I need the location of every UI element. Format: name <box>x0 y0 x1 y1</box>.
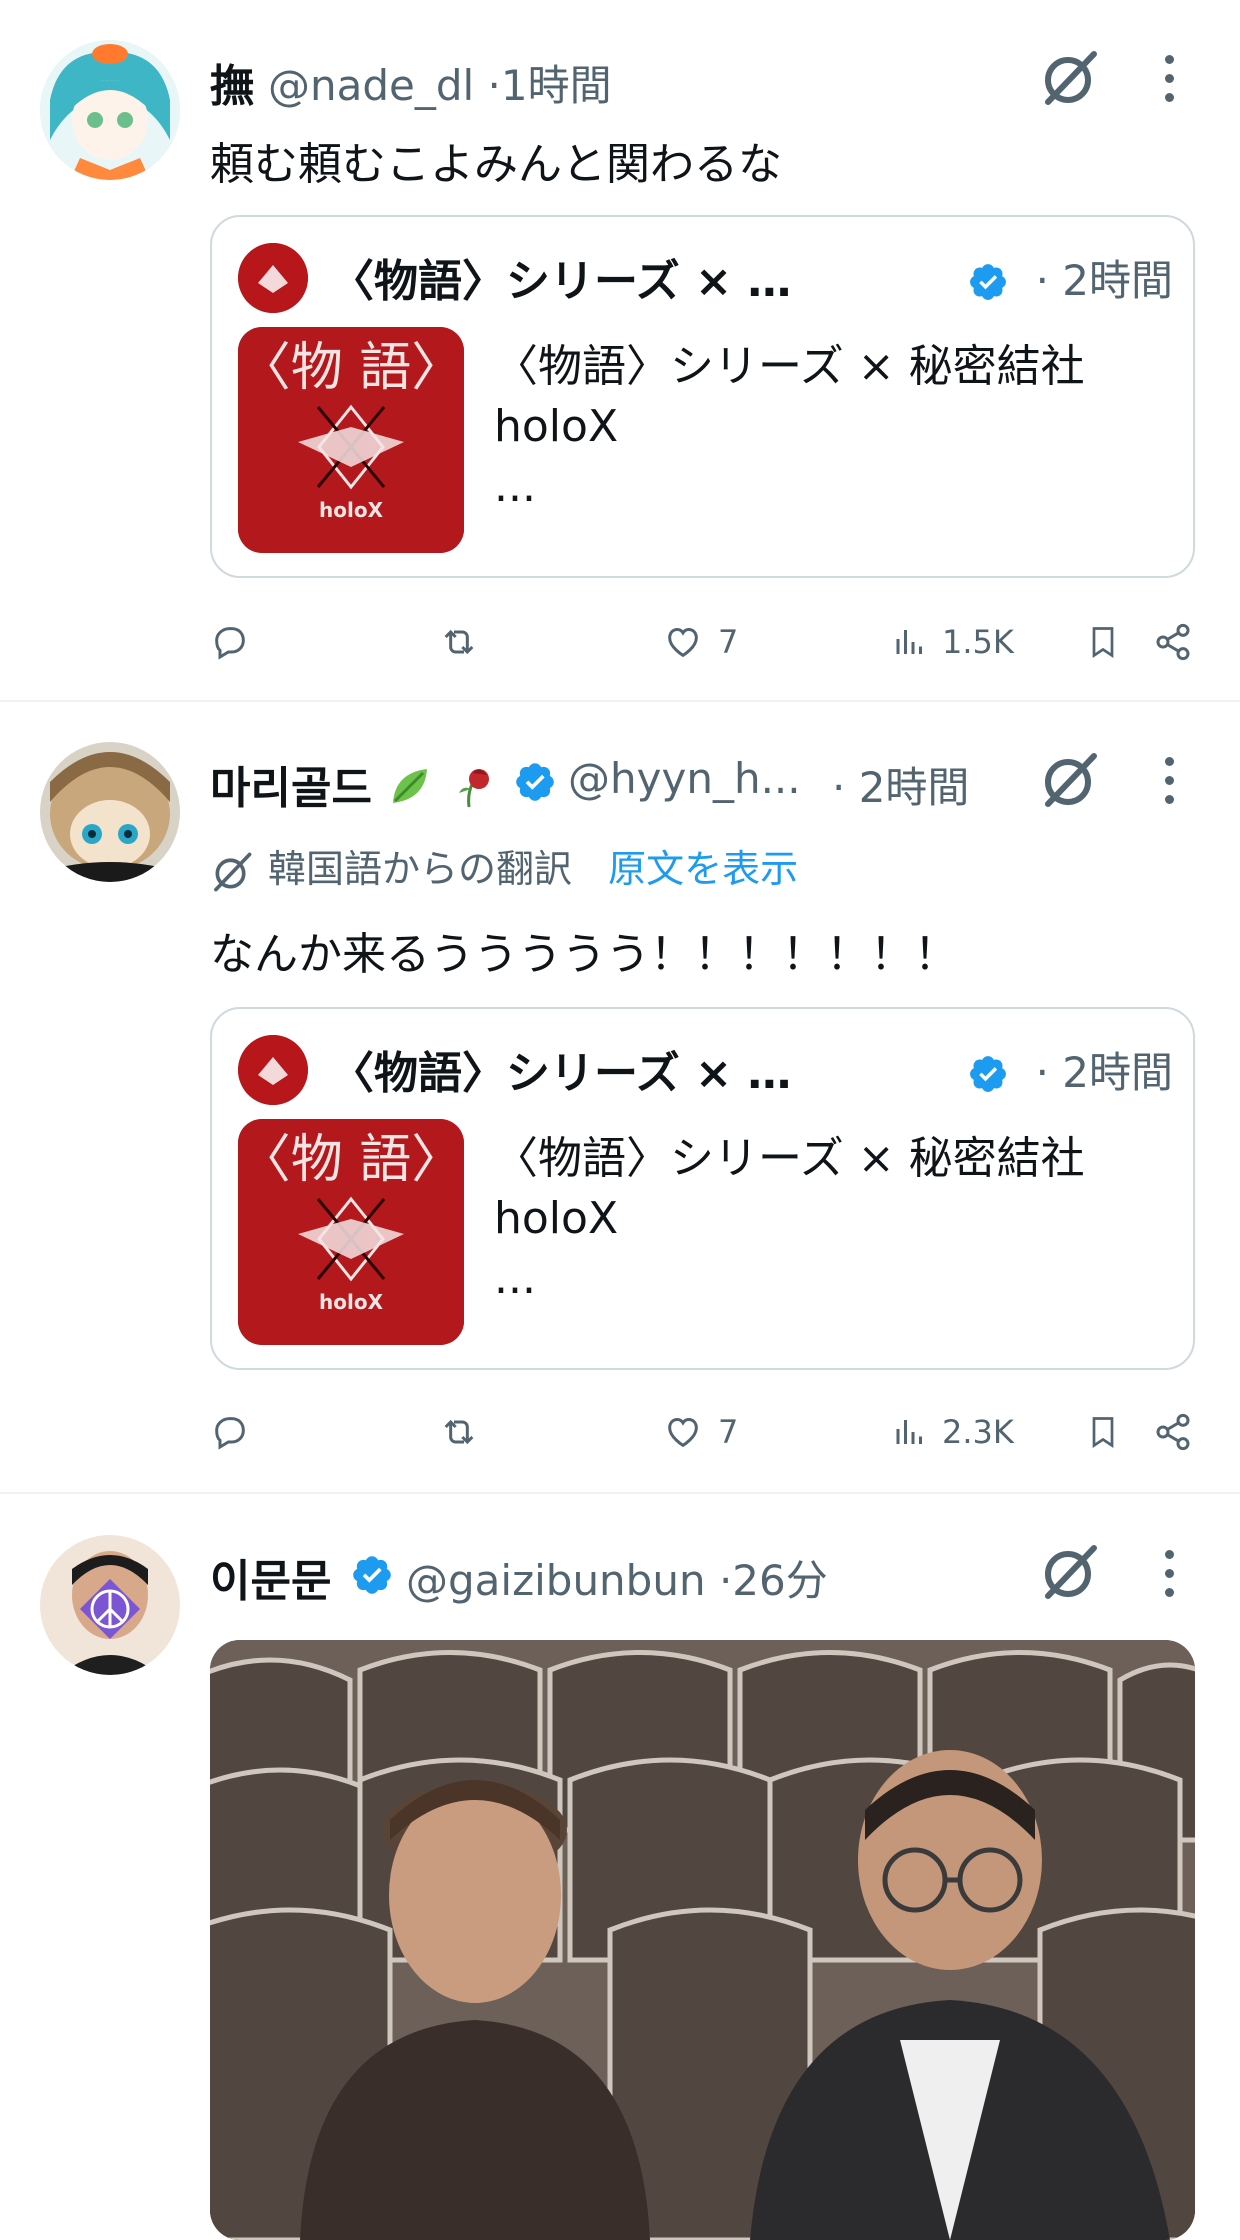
handle[interactable]: @gaizibunbun ·26分 <box>406 1547 828 1608</box>
quoted-tweet[interactable]: 〈物語〉シリーズ × 秘密結... · 2時間 〈物 語〉 holoX 〈物語〉… <box>210 1007 1195 1370</box>
tweet-text: なんか来るううううう！！！！！！！ <box>210 929 958 980</box>
quote-time: · 2時間 <box>1035 1048 1173 1097</box>
bookmark-button[interactable] <box>1085 1412 1121 1452</box>
quote-avatar <box>238 243 308 313</box>
more-icon[interactable] <box>1163 55 1175 112</box>
translate-icon <box>214 852 252 891</box>
translation-note: 韓国語からの翻訳 <box>268 847 573 891</box>
views-button[interactable]: 2.3K <box>892 1412 1014 1452</box>
quote-name: 〈物語〉シリーズ × 秘密結... <box>330 256 830 307</box>
quote-avatar <box>238 1035 308 1105</box>
handle[interactable]: @hyyn_h... <box>568 754 801 803</box>
divider <box>0 700 1240 702</box>
like-icon <box>668 627 698 658</box>
divider <box>0 1492 1240 1494</box>
handle-text[interactable]: @nade_dl <box>268 61 474 110</box>
views-button[interactable]: 1.5K <box>892 622 1014 662</box>
verified-icon <box>970 1056 1006 1092</box>
separator: · <box>487 61 501 110</box>
reply-button[interactable] <box>210 1412 250 1452</box>
quote-body: 〈物語〉シリーズ × 秘密結社 holoX ... <box>494 1129 1085 1309</box>
quote-body-line3: ... <box>494 1253 536 1304</box>
handle-text[interactable]: @gaizibunbun <box>406 1556 706 1605</box>
tweet-text: 頼む頼むこよみんと関わるな <box>210 139 782 190</box>
display-name[interactable]: 마리골드 <box>210 752 495 820</box>
more-icon[interactable] <box>1163 1550 1175 1607</box>
leaf-emoji <box>387 763 433 820</box>
share-button[interactable] <box>1153 622 1193 662</box>
verified-icon <box>970 264 1006 300</box>
like-button[interactable]: 7 <box>662 1412 738 1452</box>
display-name[interactable]: 이문문 <box>210 1545 331 1609</box>
repost-icon <box>444 1419 474 1445</box>
like-button[interactable]: 7 <box>662 622 738 662</box>
share-icon <box>1156 623 1190 661</box>
reply-icon <box>215 627 245 660</box>
separator: · <box>718 1556 733 1605</box>
avatar[interactable] <box>40 1535 180 1675</box>
timestamp[interactable]: 1時間 <box>501 61 612 110</box>
quote-body-line1: 〈物語〉シリーズ × 秘密結社 <box>494 1133 1085 1184</box>
repost-button[interactable] <box>438 622 480 662</box>
share-icon <box>1156 1413 1190 1451</box>
quote-body-line3: ... <box>494 461 536 512</box>
verified-icon <box>516 763 554 801</box>
grok-icon[interactable] <box>1040 1542 1100 1602</box>
avatar[interactable] <box>40 40 180 180</box>
bookmark-button[interactable] <box>1085 622 1121 662</box>
quoted-tweet[interactable]: 〈物語〉シリーズ × 秘密結... · 2時間 〈物 語〉 holoX 〈物語〉… <box>210 215 1195 578</box>
svg-text:〈物 語〉: 〈物 語〉 <box>239 338 464 398</box>
views-icon <box>896 630 922 654</box>
share-button[interactable] <box>1153 1412 1193 1452</box>
quote-thumbnail[interactable]: 〈物 語〉 holoX <box>238 1119 464 1345</box>
quote-body: 〈物語〉シリーズ × 秘密結社 holoX ... <box>494 337 1085 517</box>
more-icon[interactable] <box>1163 757 1175 814</box>
quote-name: 〈物語〉シリーズ × 秘密結... <box>330 1048 830 1099</box>
handle[interactable]: @nade_dl ·1時間 <box>268 52 612 113</box>
wilted-rose-emoji <box>449 763 495 820</box>
view-count: 1.5K <box>942 623 1014 661</box>
translation-bar: 韓国語からの翻訳 原文を表示 <box>210 838 798 894</box>
reply-icon <box>215 1417 245 1450</box>
bookmark-icon <box>1092 1417 1114 1449</box>
quote-body-line2: holoX <box>494 1193 619 1244</box>
quote-thumb-logo: holoX <box>319 498 384 522</box>
repost-icon <box>444 629 474 655</box>
like-count: 7 <box>718 623 739 661</box>
quote-thumbnail[interactable]: 〈物 語〉 holoX <box>238 327 464 553</box>
timestamp[interactable]: 26分 <box>732 1556 827 1605</box>
display-name-text[interactable]: 마리골드 <box>210 763 372 814</box>
svg-text:〈物 語〉: 〈物 語〉 <box>239 1130 464 1190</box>
reply-button[interactable] <box>210 622 250 662</box>
tweet-photo[interactable] <box>210 1640 1195 2240</box>
like-icon <box>668 1417 698 1448</box>
quote-body-line1: 〈物語〉シリーズ × 秘密結社 <box>494 341 1085 392</box>
grok-icon[interactable] <box>1040 750 1100 810</box>
quote-time: · 2時間 <box>1035 256 1173 305</box>
display-name[interactable]: 撫 <box>210 50 254 114</box>
timestamp[interactable]: · 2時間 <box>832 754 969 815</box>
view-count: 2.3K <box>942 1413 1014 1451</box>
verified-icon <box>353 1556 391 1594</box>
grok-icon[interactable] <box>1040 48 1100 108</box>
quote-thumb-logo: holoX <box>319 1290 384 1314</box>
views-icon <box>896 1420 922 1444</box>
quote-body-line2: holoX <box>494 401 619 452</box>
show-original-link[interactable]: 原文を表示 <box>608 847 798 891</box>
repost-button[interactable] <box>438 1412 480 1452</box>
avatar[interactable] <box>40 742 180 882</box>
like-count: 7 <box>718 1413 739 1451</box>
bookmark-icon <box>1092 627 1114 659</box>
